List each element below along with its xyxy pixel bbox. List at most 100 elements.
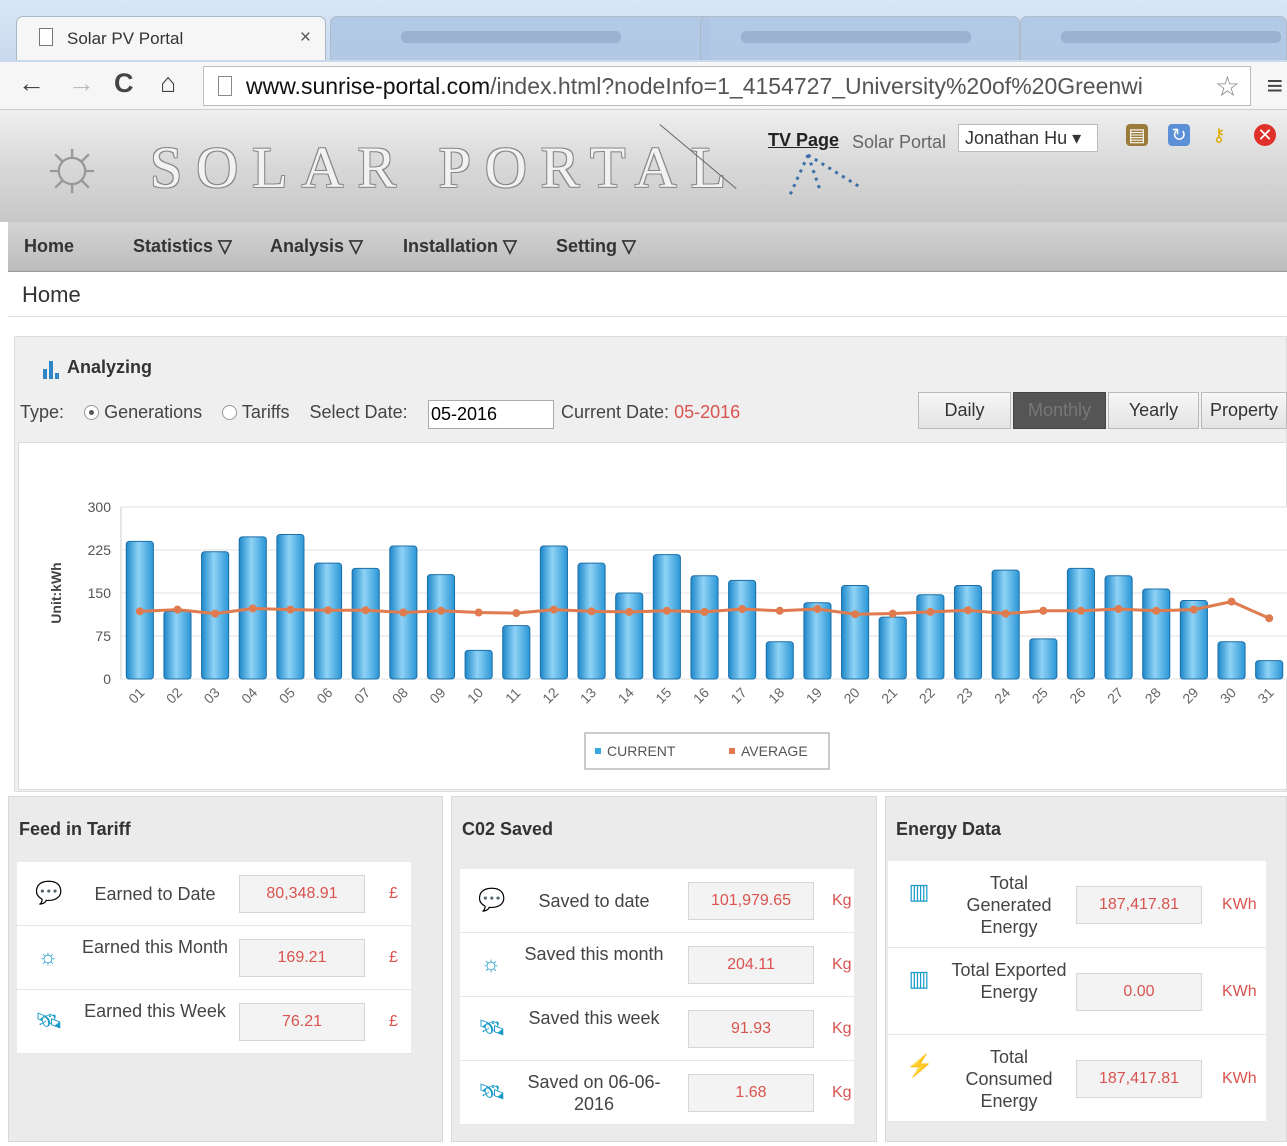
portal-label: Solar Portal <box>852 132 947 152</box>
page-icon <box>218 76 232 96</box>
bar-current <box>351 567 380 680</box>
stat-row: ▥ Total Exported Energy 0.00 KWh <box>888 948 1266 1035</box>
close-icon[interactable]: ✕ <box>1254 124 1276 146</box>
select-date-input[interactable] <box>428 400 554 429</box>
co2-saved-panel: C02 Saved 💬 Saved to date 101,979.65 Kg ☼ Sav… <box>451 796 877 1142</box>
x-tick-label: 12 <box>539 684 561 706</box>
legend-current: CURRENT <box>607 743 676 759</box>
row-value: 101,979.65 <box>688 882 814 920</box>
browser-tab-strip: Solar PV Portal × <box>0 0 1287 62</box>
y-tick-label: 300 <box>88 499 112 515</box>
home-icon[interactable]: ⌂ <box>160 68 176 99</box>
stat-row: ☼ Saved this month 204.11 Kg <box>460 933 854 997</box>
row-unit: £ <box>389 949 398 966</box>
back-arrow-icon[interactable]: ← <box>18 68 45 99</box>
x-tick-label: 22 <box>916 684 938 706</box>
panel-title: Feed in Tariff <box>19 819 131 839</box>
bar-current <box>728 579 757 680</box>
x-tick-label: 18 <box>765 684 787 706</box>
tab-solar-pv-portal[interactable]: Solar PV Portal × <box>16 16 326 60</box>
x-tick-label: 11 <box>502 685 524 707</box>
average-point <box>173 605 182 614</box>
bar-current <box>1066 567 1096 680</box>
user-select[interactable]: Jonathan Hu ▾ <box>958 124 1098 152</box>
x-tick-label: 14 <box>615 684 637 706</box>
row-value: 187,417.81 <box>1076 1059 1202 1098</box>
bar-current <box>313 562 343 680</box>
document-icon[interactable]: ▤ <box>1126 124 1148 146</box>
average-point <box>399 608 408 617</box>
url-text: www.sunrise-portal.com/index.html?nodeIn… <box>246 73 1143 99</box>
average-point <box>964 606 973 615</box>
row-value: 1.68 <box>688 1074 814 1112</box>
property-button[interactable]: Property <box>1201 392 1287 429</box>
average-point <box>1265 614 1274 623</box>
average-point <box>1039 606 1048 615</box>
average-point <box>1001 609 1010 618</box>
x-tick-label: 26 <box>1066 684 1088 706</box>
panel-title: Energy Data <box>896 819 1002 839</box>
stat-row: ☼ Earned this Month 169.21 £ <box>17 926 411 990</box>
address-bar[interactable]: www.sunrise-portal.com/index.html?nodeIn… <box>203 66 1251 106</box>
average-point <box>512 609 521 618</box>
monthly-button[interactable]: Monthly <box>1013 392 1106 429</box>
y-tick-label: 75 <box>95 628 111 644</box>
nav-setting[interactable]: Setting ▽ <box>556 236 636 257</box>
solar-rays-graphic <box>788 153 861 196</box>
x-tick-label: 25 <box>1029 684 1051 706</box>
x-tick-label: 06 <box>313 684 335 706</box>
nav-analysis[interactable]: Analysis ▽ <box>270 236 363 257</box>
x-tick-label: 29 <box>1179 684 1201 706</box>
stat-row: 🛰 Saved on 06-06-2016 1.68 Kg <box>460 1061 854 1125</box>
tariffs-radio[interactable] <box>222 405 238 420</box>
daily-button[interactable]: Daily <box>918 392 1011 429</box>
average-point <box>625 607 634 616</box>
x-tick-label: 16 <box>690 684 712 706</box>
tv-page-link[interactable]: TV Page <box>768 130 839 151</box>
x-tick-label: 30 <box>1217 684 1239 706</box>
main-nav: Home Statistics ▽ Analysis ▽ Installatio… <box>8 222 1287 272</box>
generations-radio[interactable] <box>84 405 100 420</box>
average-point <box>888 609 897 618</box>
row-value: 169.21 <box>239 939 365 977</box>
row-value: 76.21 <box>239 1003 365 1041</box>
forward-arrow-icon[interactable]: → <box>68 68 95 99</box>
tab-inactive-1[interactable] <box>330 16 710 60</box>
stat-row: ▥ Total Generated Energy 187,417.81 KWh <box>888 861 1266 948</box>
portal-header: ☼ SOLAR PORTAL TV Page Solar Portal Jona… <box>0 110 1287 258</box>
nav-installation[interactable]: Installation ▽ <box>403 236 517 257</box>
bar-current <box>652 554 681 680</box>
generation-chart: 0 75 150 225 300 Unit:kWh 01 02 03 04 05 06 07 08 09 10… <box>48 499 1287 770</box>
row-unit: Kg <box>832 1084 852 1101</box>
blurred-tab-title <box>1061 31 1281 43</box>
legend-swatch <box>595 748 601 754</box>
row-unit: £ <box>389 885 398 902</box>
breadcrumb: Home <box>22 282 81 307</box>
x-tick-label: 19 <box>803 684 825 706</box>
bar-current <box>1142 588 1171 680</box>
reload-icon[interactable]: C <box>114 68 134 99</box>
key-icon[interactable]: ⚷ <box>1208 124 1230 146</box>
average-point <box>1189 605 1198 614</box>
tab-inactive-3[interactable] <box>1020 16 1287 60</box>
bar-current <box>426 574 456 680</box>
row-value: 91.93 <box>688 1010 814 1048</box>
y-tick-label: 225 <box>88 542 112 558</box>
yearly-button[interactable]: Yearly <box>1108 392 1199 429</box>
page-icon <box>39 28 53 46</box>
nav-statistics[interactable]: Statistics ▽ <box>133 236 232 257</box>
chrome-menu-icon[interactable]: ≡ <box>1267 70 1283 102</box>
average-point <box>700 607 709 616</box>
row-label: Total Generated Energy <box>966 872 1052 937</box>
average-point <box>286 605 295 614</box>
tab-close-icon[interactable]: × <box>300 27 311 49</box>
y-axis-label: Unit:kWh <box>48 562 64 623</box>
blurred-tab-title <box>741 31 971 43</box>
tab-inactive-2[interactable] <box>700 16 1020 60</box>
x-tick-label: 17 <box>727 684 749 706</box>
row-label: Earned this Week <box>84 1001 226 1021</box>
refresh-icon[interactable]: ↻ <box>1168 124 1190 146</box>
bookmark-star-icon[interactable]: ☆ <box>1215 70 1240 103</box>
nav-home[interactable]: Home <box>24 236 74 257</box>
average-point <box>813 605 822 614</box>
